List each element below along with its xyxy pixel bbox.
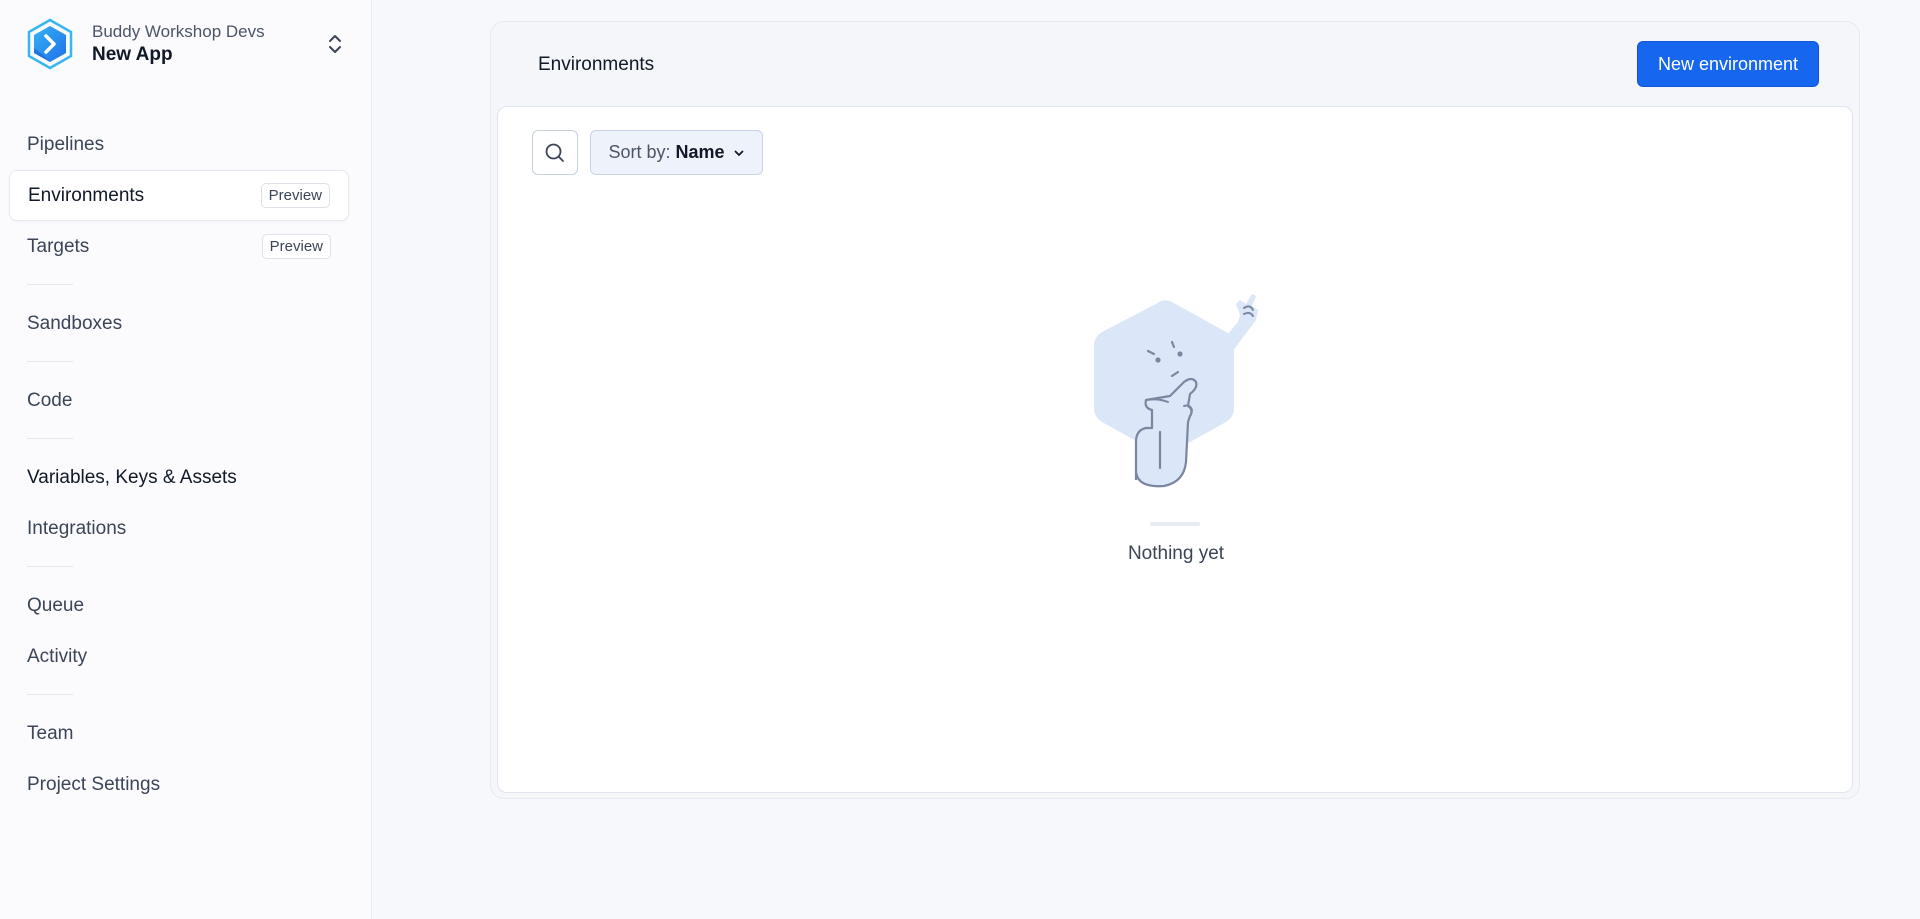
sidebar-nav: Pipelines Environments Preview Targets P… bbox=[0, 119, 372, 810]
sidebar-item-label: Targets bbox=[27, 235, 90, 257]
sidebar-item-sandboxes[interactable]: Sandboxes bbox=[9, 298, 349, 349]
sidebar-item-label: Team bbox=[27, 722, 74, 744]
new-environment-button[interactable]: New environment bbox=[1637, 41, 1819, 87]
preview-badge: Preview bbox=[261, 234, 331, 259]
sidebar-item-queue[interactable]: Queue bbox=[9, 580, 349, 631]
sidebar-item-pipelines[interactable]: Pipelines bbox=[9, 119, 349, 170]
sort-value: Name bbox=[675, 142, 725, 162]
page-title: Environments bbox=[538, 54, 655, 75]
sidebar-divider bbox=[27, 361, 73, 362]
sidebar-item-environments[interactable]: Environments Preview bbox=[9, 170, 349, 221]
environments-panel: Environments New environment Sort by: Na… bbox=[490, 21, 1860, 799]
buddy-logo-icon bbox=[26, 18, 74, 70]
sidebar-item-label: Variables, Keys & Assets bbox=[27, 466, 237, 488]
sidebar-divider bbox=[27, 566, 73, 567]
sidebar-item-code[interactable]: Code bbox=[9, 375, 349, 426]
project-switcher[interactable]: Buddy Workshop Devs New App bbox=[26, 18, 346, 70]
sidebar: Buddy Workshop Devs New App Pipelines En… bbox=[0, 0, 372, 919]
sort-prefix: Sort by: bbox=[608, 142, 671, 162]
sidebar-item-label: Integrations bbox=[27, 517, 127, 539]
preview-badge: Preview bbox=[260, 183, 330, 208]
empty-state-divider bbox=[1150, 522, 1200, 526]
sidebar-item-variables[interactable]: Variables, Keys & Assets bbox=[9, 452, 349, 503]
sidebar-item-team[interactable]: Team bbox=[9, 708, 349, 759]
sidebar-item-label: Project Settings bbox=[27, 773, 161, 795]
sidebar-item-integrations[interactable]: Integrations bbox=[9, 503, 349, 554]
empty-state-illustration bbox=[1088, 282, 1288, 492]
sidebar-item-project-settings[interactable]: Project Settings bbox=[9, 759, 349, 810]
sidebar-item-label: Queue bbox=[27, 594, 85, 616]
chevron-up-down-icon[interactable] bbox=[324, 29, 346, 59]
search-icon bbox=[545, 143, 564, 162]
sidebar-item-activity[interactable]: Activity bbox=[9, 631, 349, 682]
environments-list-container: Sort by: Name Nothing yet bbox=[497, 106, 1853, 793]
sidebar-divider bbox=[27, 438, 73, 439]
sidebar-item-label: Pipelines bbox=[27, 133, 105, 155]
sidebar-item-label: Code bbox=[27, 389, 73, 411]
workspace-name: Buddy Workshop Devs bbox=[92, 22, 265, 41]
sidebar-item-label: Activity bbox=[27, 645, 88, 667]
sidebar-item-targets[interactable]: Targets Preview bbox=[9, 221, 349, 272]
sidebar-item-label: Sandboxes bbox=[27, 312, 123, 334]
sidebar-divider bbox=[27, 284, 73, 285]
empty-state-text: Nothing yet bbox=[1127, 543, 1225, 564]
chevron-down-icon bbox=[733, 147, 745, 159]
sort-dropdown[interactable]: Sort by: Name bbox=[590, 130, 763, 175]
sidebar-item-label: Environments bbox=[28, 184, 145, 206]
sidebar-divider bbox=[27, 694, 73, 695]
project-name: New App bbox=[92, 44, 173, 65]
search-button[interactable] bbox=[532, 130, 578, 175]
